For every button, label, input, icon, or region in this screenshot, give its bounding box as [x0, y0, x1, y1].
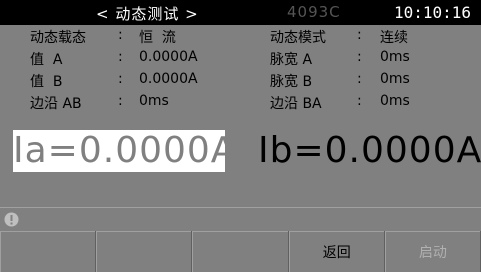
dynamic-load-state-value[interactable]: 恒 流	[139, 27, 176, 47]
edge-ab-field[interactable]: 0ms	[139, 93, 169, 109]
separator: :	[357, 49, 362, 65]
separator: :	[118, 27, 123, 43]
separator: :	[118, 93, 123, 109]
softkey-bar: 返回 启动	[0, 231, 481, 272]
separator: :	[357, 71, 362, 87]
separator: :	[118, 49, 123, 65]
dynamic-mode-label: 动态模式	[270, 30, 326, 46]
edge-ba-label: 边沿 BA	[270, 96, 322, 112]
screen-title[interactable]: < 动态测试 >	[96, 3, 199, 24]
pulse-width-b-label: 脉宽 B	[270, 74, 313, 90]
pulse-width-b-field[interactable]: 0ms	[380, 71, 410, 87]
softkey-1[interactable]	[0, 231, 97, 272]
pulse-width-a-label: 脉宽 A	[270, 52, 313, 68]
current-a-readout: Ia=0.0000A	[13, 130, 237, 172]
edge-ab-label: 边沿 AB	[30, 96, 82, 112]
separator: :	[118, 71, 123, 87]
separator: :	[357, 93, 362, 109]
separator: :	[357, 27, 362, 43]
softkey-2[interactable]	[96, 231, 193, 272]
back-button[interactable]: 返回	[288, 231, 385, 272]
info-icon	[4, 212, 19, 227]
info-bar	[0, 207, 481, 232]
title-bar: < 动态测试 > 4093C 10:10:16	[0, 0, 481, 25]
dynamic-load-state-label: 动态载态	[30, 30, 86, 46]
dynamic-mode-value[interactable]: 连续	[380, 27, 408, 47]
value-b-label: 值 B	[30, 74, 63, 90]
softkey-3[interactable]	[192, 231, 289, 272]
pulse-width-a-field[interactable]: 0ms	[380, 49, 410, 65]
value-a-label: 值 A	[30, 52, 63, 68]
value-a-field[interactable]: 0.0000A	[139, 49, 198, 65]
value-b-field[interactable]: 0.0000A	[139, 71, 198, 87]
start-button[interactable]: 启动	[384, 231, 481, 272]
edge-ba-field[interactable]: 0ms	[380, 93, 410, 109]
model-label: 4093C	[287, 3, 341, 21]
clock: 10:10:16	[394, 3, 472, 22]
current-b-readout: Ib=0.0000A	[258, 130, 481, 171]
